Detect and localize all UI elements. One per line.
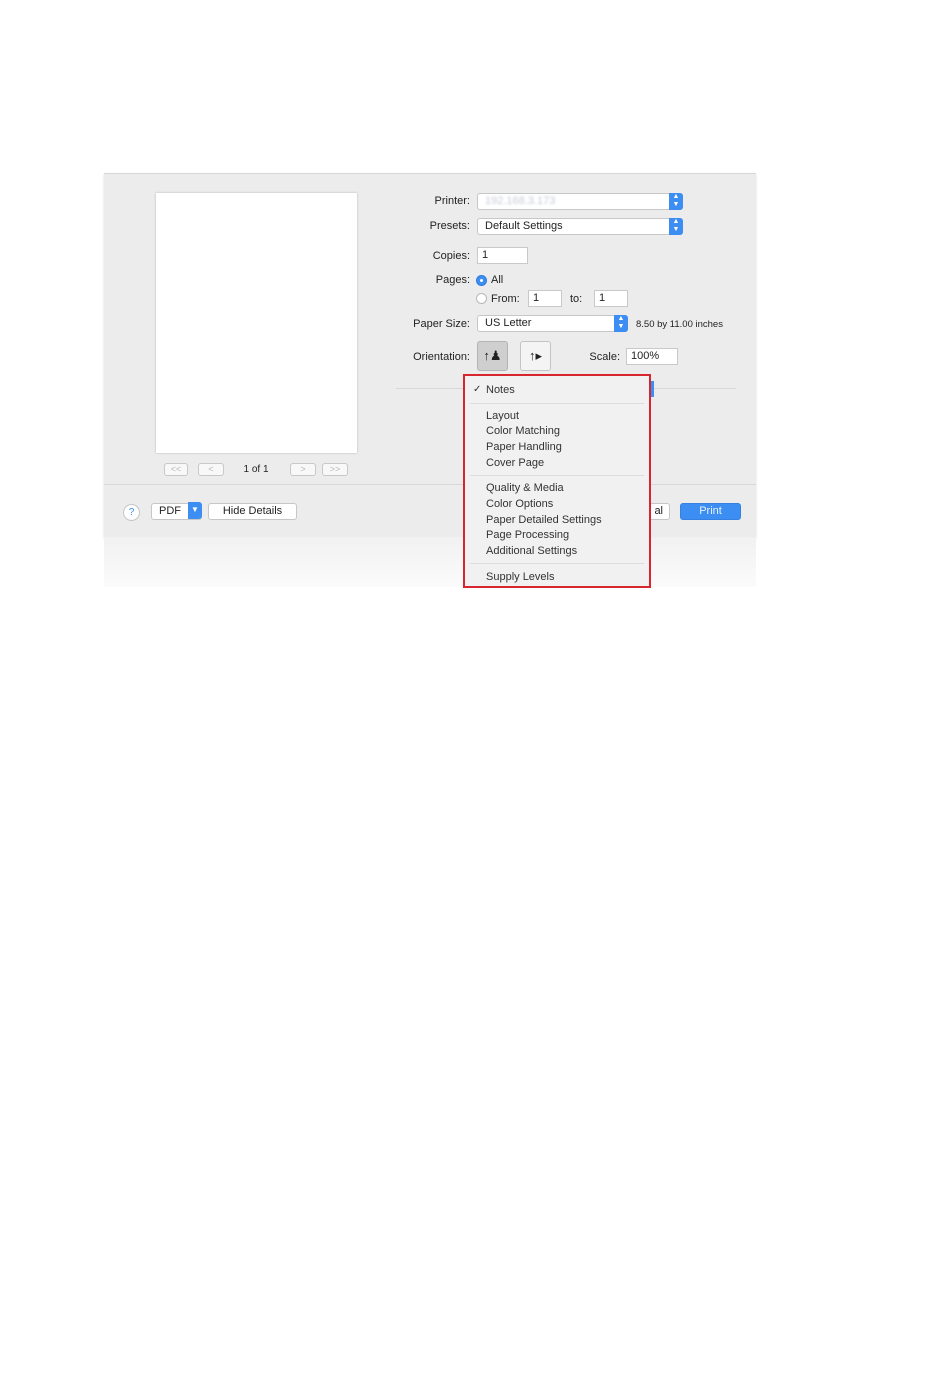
menu-item-additional-settings[interactable]: Additional Settings bbox=[486, 545, 577, 557]
pages-from-label: From: bbox=[491, 293, 520, 305]
pages-all-label: All bbox=[491, 274, 504, 286]
print-options-menu: ✓ Notes Layout Color Matching Paper Hand… bbox=[463, 374, 651, 588]
chevron-updown-icon: ▲ ▼ bbox=[669, 193, 683, 210]
pdf-label: PDF bbox=[159, 505, 181, 517]
menu-item-page-processing[interactable]: Page Processing bbox=[486, 529, 569, 541]
portrait-icon: ↑♟ bbox=[483, 348, 502, 363]
pages-label: Pages: bbox=[435, 274, 470, 286]
pages-range-radio[interactable] bbox=[476, 293, 487, 304]
menu-item-color-matching[interactable]: Color Matching bbox=[486, 425, 560, 437]
next-page-button[interactable]: > bbox=[290, 463, 316, 476]
presets-label: Presets: bbox=[429, 220, 470, 232]
printer-popup[interactable]: 192.168.3.173 ▲ ▼ bbox=[477, 193, 683, 210]
settings-popup-edge bbox=[651, 381, 654, 397]
landscape-icon: ↑▸ bbox=[528, 348, 543, 363]
previous-page-button[interactable]: < bbox=[198, 463, 224, 476]
menu-separator bbox=[470, 563, 644, 564]
pdf-menu-button[interactable]: PDF ▼ bbox=[151, 502, 202, 520]
portrait-orientation-button[interactable]: ↑♟ bbox=[477, 341, 508, 371]
hide-details-button[interactable]: Hide Details bbox=[208, 503, 297, 520]
chevron-down-icon: ▼ bbox=[188, 502, 202, 519]
menu-item-quality-media[interactable]: Quality & Media bbox=[486, 482, 564, 494]
printer-name: 192.168.3.173 bbox=[485, 195, 556, 207]
help-button[interactable]: ? bbox=[123, 504, 140, 521]
presets-popup[interactable]: Default Settings ▲ ▼ bbox=[477, 218, 683, 235]
pdf-chevron: ▼ bbox=[187, 502, 202, 520]
menu-item-supply-levels[interactable]: Supply Levels bbox=[486, 571, 555, 583]
printer-label: Printer: bbox=[434, 195, 470, 207]
print-dialog: << < 1 of 1 > >> Printer: 192.168.3.173 … bbox=[104, 173, 756, 538]
menu-item-notes[interactable]: Notes bbox=[486, 384, 515, 396]
paper-size-value: US Letter bbox=[485, 317, 532, 329]
pages-to-label: to: bbox=[570, 293, 583, 305]
chevron-updown-icon: ▲ ▼ bbox=[614, 315, 628, 332]
paper-dimensions: 8.50 by 11.00 inches bbox=[636, 319, 723, 330]
landscape-orientation-button[interactable]: ↑▸ bbox=[520, 341, 551, 371]
menu-separator bbox=[470, 403, 644, 404]
menu-item-paper-handling[interactable]: Paper Handling bbox=[486, 441, 562, 453]
last-page-button[interactable]: >> bbox=[322, 463, 348, 476]
footer-separator bbox=[104, 484, 756, 485]
pages-all-radio[interactable] bbox=[476, 275, 487, 286]
scale-label: Scale: bbox=[589, 351, 620, 363]
chevron-updown-icon: ▲ ▼ bbox=[669, 218, 683, 235]
print-preview-page bbox=[156, 193, 357, 453]
copies-field[interactable]: 1 bbox=[477, 247, 528, 264]
menu-item-color-options[interactable]: Color Options bbox=[486, 498, 553, 510]
pages-to-field[interactable]: 1 bbox=[594, 290, 628, 307]
menu-item-paper-detailed-settings[interactable]: Paper Detailed Settings bbox=[486, 514, 602, 526]
print-button[interactable]: Print bbox=[680, 503, 741, 520]
pages-from-field[interactable]: 1 bbox=[528, 290, 562, 307]
first-page-button[interactable]: << bbox=[164, 463, 188, 476]
menu-separator bbox=[470, 475, 644, 476]
scale-field[interactable]: 100% bbox=[626, 348, 678, 365]
window-shadow bbox=[104, 537, 756, 587]
paper-size-popup[interactable]: US Letter ▲ ▼ bbox=[477, 315, 628, 332]
paper-size-label: Paper Size: bbox=[413, 318, 470, 330]
orientation-label: Orientation: bbox=[413, 351, 470, 363]
presets-value: Default Settings bbox=[485, 220, 563, 232]
checkmark-icon: ✓ bbox=[473, 384, 482, 395]
page-indicator: 1 of 1 bbox=[243, 464, 269, 475]
menu-item-cover-page[interactable]: Cover Page bbox=[486, 457, 544, 469]
copies-label: Copies: bbox=[432, 250, 470, 262]
menu-item-layout[interactable]: Layout bbox=[486, 410, 519, 422]
